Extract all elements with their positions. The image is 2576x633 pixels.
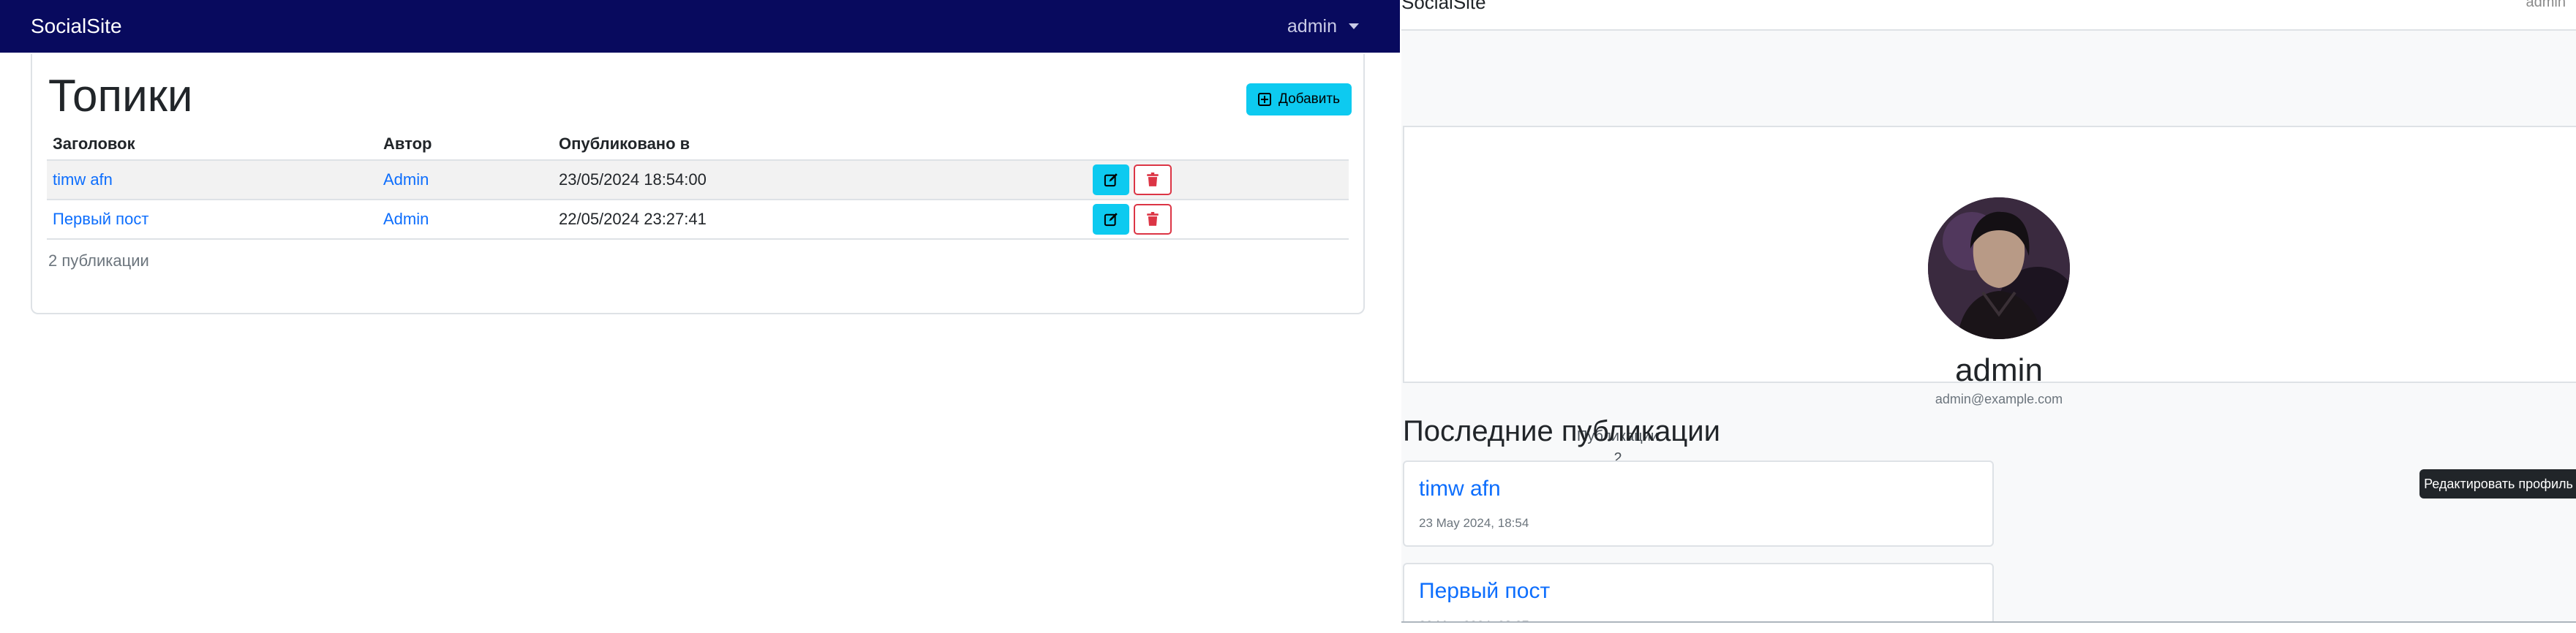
pencil-square-icon xyxy=(1104,213,1118,227)
header-actions xyxy=(1087,127,1349,161)
pencil-square-icon xyxy=(1104,173,1118,187)
profile-email: admin@example.com xyxy=(1935,392,2063,406)
topic-author-link[interactable]: Admin xyxy=(383,210,429,228)
row-actions xyxy=(1093,204,1343,235)
table-row: Первый пост Admin 22/05/2024 23:27:41 xyxy=(47,200,1349,240)
delete-button[interactable] xyxy=(1134,164,1172,195)
delete-button[interactable] xyxy=(1134,204,1172,235)
post-title-link[interactable]: Первый пост xyxy=(1419,579,1550,604)
topics-window: SocialSite admin Топики Добавить Заголов… xyxy=(0,0,1400,633)
navbar: SocialSite admin xyxy=(0,0,1400,53)
user-dropdown-label: admin xyxy=(1287,15,1337,37)
publication-count: 2 публикации xyxy=(48,251,149,270)
row-actions xyxy=(1093,164,1343,195)
profile-window: SocialSite admin admin admin@example.com… xyxy=(1401,0,2576,633)
recent-posts-heading: Последние публикации xyxy=(1403,415,1720,447)
edit-button[interactable] xyxy=(1093,164,1129,195)
topics-table: Заголовок Автор Опубликовано в timw afn … xyxy=(47,127,1349,240)
caret-down-icon xyxy=(1349,23,1359,29)
page-title: Топики xyxy=(48,71,193,121)
brand-link[interactable]: SocialSite xyxy=(31,15,122,38)
brand-link[interactable]: SocialSite xyxy=(1401,0,1486,14)
navbar: SocialSite admin xyxy=(1401,0,2576,31)
horizontal-scrollbar[interactable] xyxy=(1401,621,2576,633)
add-button-label: Добавить xyxy=(1278,91,1340,107)
user-dropdown[interactable]: admin xyxy=(1287,16,1359,37)
edit-button[interactable] xyxy=(1093,204,1129,235)
edit-profile-button[interactable]: Редактировать профиль xyxy=(2419,469,2576,499)
post-card: timw afn 23 May 2024, 18:54 xyxy=(1403,460,1994,547)
post-title-link[interactable]: timw afn xyxy=(1419,477,1501,501)
add-button[interactable]: Добавить xyxy=(1246,83,1352,115)
topic-author-link[interactable]: Admin xyxy=(383,170,429,189)
topic-title-link[interactable]: Первый пост xyxy=(53,210,148,228)
avatar xyxy=(1928,197,2070,339)
post-date: 23 May 2024, 18:54 xyxy=(1419,516,1529,530)
user-dropdown[interactable]: admin xyxy=(2526,0,2566,11)
header-author: Автор xyxy=(377,127,553,161)
profile-name: admin xyxy=(1955,352,2043,388)
trash-icon xyxy=(1147,212,1159,226)
table-row: timw afn Admin 23/05/2024 18:54:00 xyxy=(47,160,1349,200)
header-title: Заголовок xyxy=(47,127,377,161)
header-published: Опубликовано в xyxy=(553,127,1087,161)
topic-published: 23/05/2024 18:54:00 xyxy=(553,160,1087,200)
trash-icon xyxy=(1147,173,1159,186)
avatar-image xyxy=(1928,197,2070,339)
topic-title-link[interactable]: timw afn xyxy=(53,170,113,189)
topics-card: Топики Добавить Заголовок Автор Опублико… xyxy=(31,54,1365,314)
plus-square-icon xyxy=(1258,93,1271,106)
profile-card: admin admin@example.com Публикации 2 Ред… xyxy=(1403,126,2576,499)
table-header-row: Заголовок Автор Опубликовано в xyxy=(47,127,1349,161)
topic-published: 22/05/2024 23:27:41 xyxy=(553,200,1087,240)
